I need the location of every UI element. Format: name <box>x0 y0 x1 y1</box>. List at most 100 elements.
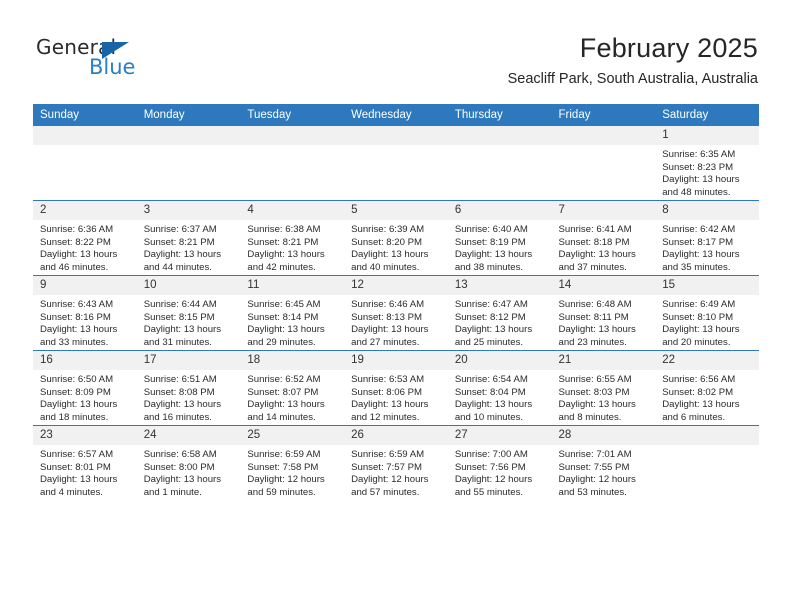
sunset-time: Sunset: 8:15 PM <box>143 311 215 323</box>
sunrise-time: Sunrise: 6:44 AM <box>143 299 217 310</box>
sunrise-time: Sunrise: 6:48 AM <box>558 299 632 310</box>
daylight-duration-line1: Daylight: 13 hours <box>247 249 325 261</box>
sunset-time: Sunset: 7:58 PM <box>247 461 319 473</box>
day-number: 13 <box>447 276 552 295</box>
daylight-duration-line1: Daylight: 13 hours <box>558 399 636 411</box>
day-number: 15 <box>655 276 759 295</box>
sunrise-time: Sunrise: 6:45 AM <box>247 299 321 310</box>
calendar-day-cell[interactable]: 11 Sunrise: 6:45 AM Sunset: 8:14 PM Dayligh… <box>240 275 345 351</box>
day-details: Sunrise: 6:44 AM Sunset: 8:15 PM Daylight:… <box>137 295 241 349</box>
daylight-duration-line2: and 46 minutes. <box>40 261 109 273</box>
calendar-day-cell[interactable]: 9 Sunrise: 6:43 AM Sunset: 8:16 PM Daylight… <box>33 275 137 351</box>
calendar-day-cell[interactable]: 26 Sunrise: 6:59 AM Sunset: 7:57 PM Dayligh… <box>344 425 448 500</box>
sunset-time: Sunset: 8:06 PM <box>351 386 423 398</box>
day-details: Sunrise: 6:36 AM Sunset: 8:22 PM Daylight:… <box>33 220 137 274</box>
calendar-week-row: 9 Sunrise: 6:43 AM Sunset: 8:16 PM Daylight… <box>33 275 759 351</box>
day-number: 4 <box>240 201 345 220</box>
calendar-empty-cell <box>240 126 345 201</box>
daylight-duration-line1: Daylight: 13 hours <box>351 324 429 336</box>
day-details: Sunrise: 6:54 AM Sunset: 8:04 PM Daylight:… <box>448 370 552 424</box>
day-number: 17 <box>136 351 241 370</box>
sunrise-sunset-calendar: Sunday Monday Tuesday Wednesday Thursday… <box>33 104 759 500</box>
sunset-time: Sunset: 8:14 PM <box>247 311 319 323</box>
calendar-day-cell[interactable]: 12 Sunrise: 6:46 AM Sunset: 8:13 PM Dayligh… <box>344 275 448 351</box>
weekday-header-row: Sunday Monday Tuesday Wednesday Thursday… <box>33 104 759 126</box>
calendar-day-cell[interactable]: 28 Sunrise: 7:01 AM Sunset: 7:55 PM Dayligh… <box>551 425 656 500</box>
sunrise-time: Sunrise: 6:38 AM <box>247 224 321 235</box>
calendar-day-cell[interactable]: 18 Sunrise: 6:52 AM Sunset: 8:07 PM Dayligh… <box>240 350 345 426</box>
calendar-day-cell[interactable]: 19 Sunrise: 6:53 AM Sunset: 8:06 PM Dayligh… <box>344 350 448 426</box>
day-number: 16 <box>33 351 137 370</box>
day-details: Sunrise: 6:56 AM Sunset: 8:02 PM Daylight:… <box>655 370 759 424</box>
sunrise-time: Sunrise: 7:01 AM <box>558 449 632 460</box>
daylight-duration-line2: and 42 minutes. <box>247 261 316 273</box>
calendar-day-cell[interactable]: 21 Sunrise: 6:55 AM Sunset: 8:03 PM Dayligh… <box>551 350 656 426</box>
sunset-time: Sunset: 8:02 PM <box>662 386 734 398</box>
calendar-day-cell[interactable]: 25 Sunrise: 6:59 AM Sunset: 7:58 PM Dayligh… <box>240 425 345 500</box>
calendar-day-cell[interactable]: 8 Sunrise: 6:42 AM Sunset: 8:17 PM Daylight… <box>655 200 759 276</box>
day-details: Sunrise: 6:52 AM Sunset: 8:07 PM Daylight:… <box>240 370 344 424</box>
day-number: 10 <box>136 276 241 295</box>
daylight-duration-line2: and 57 minutes. <box>351 486 420 498</box>
sunset-time: Sunset: 8:21 PM <box>143 236 215 248</box>
calendar-day-cell[interactable]: 5 Sunrise: 6:39 AM Sunset: 8:20 PM Daylight… <box>344 200 448 276</box>
calendar-day-cell[interactable]: 1 Sunrise: 6:35 AM Sunset: 8:23 PM Daylight… <box>655 126 759 201</box>
page-header: General Blue February 2025 Seacliff Park… <box>0 0 792 100</box>
sunset-time: Sunset: 8:04 PM <box>454 386 526 398</box>
calendar-day-cell[interactable]: 24 Sunrise: 6:58 AM Sunset: 8:00 PM Dayligh… <box>136 425 241 500</box>
day-details: Sunrise: 6:41 AM Sunset: 8:18 PM Daylight:… <box>552 220 656 274</box>
calendar-day-cell[interactable]: 6 Sunrise: 6:40 AM Sunset: 8:19 PM Daylight… <box>447 200 552 276</box>
calendar-day-cell[interactable]: 2 Sunrise: 6:36 AM Sunset: 8:22 PM Daylight… <box>33 200 137 276</box>
calendar-day-cell[interactable]: 17 Sunrise: 6:51 AM Sunset: 8:08 PM Dayligh… <box>136 350 241 426</box>
day-details: Sunrise: 7:01 AM Sunset: 7:55 PM Daylight:… <box>552 445 656 499</box>
calendar-day-cell[interactable]: 10 Sunrise: 6:44 AM Sunset: 8:15 PM Dayligh… <box>136 275 241 351</box>
calendar-day-cell[interactable]: 3 Sunrise: 6:37 AM Sunset: 8:21 PM Daylight… <box>136 200 241 276</box>
calendar-day-cell[interactable]: 16 Sunrise: 6:50 AM Sunset: 8:09 PM Dayligh… <box>33 350 137 426</box>
day-details: Sunrise: 6:59 AM Sunset: 7:58 PM Daylight:… <box>240 445 344 499</box>
daylight-duration-line1: Daylight: 13 hours <box>40 399 118 411</box>
day-details: Sunrise: 6:39 AM Sunset: 8:20 PM Daylight:… <box>344 220 448 274</box>
daylight-duration-line2: and 6 minutes. <box>662 411 726 423</box>
day-number: 25 <box>240 426 345 445</box>
weekday-header-saturday: Saturday <box>655 104 759 126</box>
calendar-day-cell[interactable]: 20 Sunrise: 6:54 AM Sunset: 8:04 PM Dayligh… <box>447 350 552 426</box>
day-number: 28 <box>551 426 656 445</box>
sunset-time: Sunset: 8:20 PM <box>351 236 423 248</box>
calendar-empty-cell <box>136 126 241 201</box>
day-number: 9 <box>33 276 137 295</box>
daylight-duration-line2: and 23 minutes. <box>558 336 627 348</box>
calendar-empty-cell <box>655 425 759 500</box>
calendar-day-cell[interactable]: 14 Sunrise: 6:48 AM Sunset: 8:11 PM Dayligh… <box>551 275 656 351</box>
calendar-day-cell[interactable]: 4 Sunrise: 6:38 AM Sunset: 8:21 PM Daylight… <box>240 200 345 276</box>
daylight-duration-line1: Daylight: 13 hours <box>351 249 429 261</box>
daylight-duration-line1: Daylight: 13 hours <box>351 399 429 411</box>
general-blue-logo[interactable]: General Blue <box>36 36 176 82</box>
weekday-header-wednesday: Wednesday <box>344 104 448 126</box>
day-number: 22 <box>655 351 759 370</box>
day-number: 8 <box>655 201 759 220</box>
calendar-day-cell[interactable]: 13 Sunrise: 6:47 AM Sunset: 8:12 PM Dayligh… <box>447 275 552 351</box>
daylight-duration-line2: and 55 minutes. <box>454 486 524 498</box>
daylight-duration-line1: Daylight: 13 hours <box>40 474 118 486</box>
daylight-duration-line1: Daylight: 13 hours <box>454 324 533 336</box>
daylight-duration-line2: and 59 minutes. <box>247 486 316 498</box>
day-number <box>136 126 241 145</box>
day-details: Sunrise: 6:50 AM Sunset: 8:09 PM Daylight:… <box>33 370 137 424</box>
calendar-day-cell[interactable]: 27 Sunrise: 7:00 AM Sunset: 7:56 PM Dayligh… <box>447 425 552 500</box>
calendar-day-cell[interactable]: 22 Sunrise: 6:56 AM Sunset: 8:02 PM Dayligh… <box>655 350 759 426</box>
daylight-duration-line1: Daylight: 13 hours <box>247 324 325 336</box>
day-number: 2 <box>33 201 137 220</box>
day-number: 23 <box>33 426 137 445</box>
sunset-time: Sunset: 8:18 PM <box>558 236 630 248</box>
daylight-duration-line2: and 48 minutes. <box>662 186 731 198</box>
daylight-duration-line2: and 4 minutes. <box>40 486 103 498</box>
calendar-day-cell[interactable]: 7 Sunrise: 6:41 AM Sunset: 8:18 PM Daylight… <box>551 200 656 276</box>
sunrise-time: Sunrise: 6:42 AM <box>662 224 736 235</box>
calendar-day-cell[interactable]: 23 Sunrise: 6:57 AM Sunset: 8:01 PM Dayligh… <box>33 425 137 500</box>
logo-text-blue: Blue <box>89 55 136 79</box>
calendar-day-cell[interactable]: 15 Sunrise: 6:49 AM Sunset: 8:10 PM Dayligh… <box>655 275 759 351</box>
sunrise-time: Sunrise: 6:58 AM <box>143 449 217 460</box>
daylight-duration-line2: and 10 minutes. <box>454 411 524 423</box>
daylight-duration-line1: Daylight: 13 hours <box>662 174 740 186</box>
sunset-time: Sunset: 8:19 PM <box>454 236 526 248</box>
